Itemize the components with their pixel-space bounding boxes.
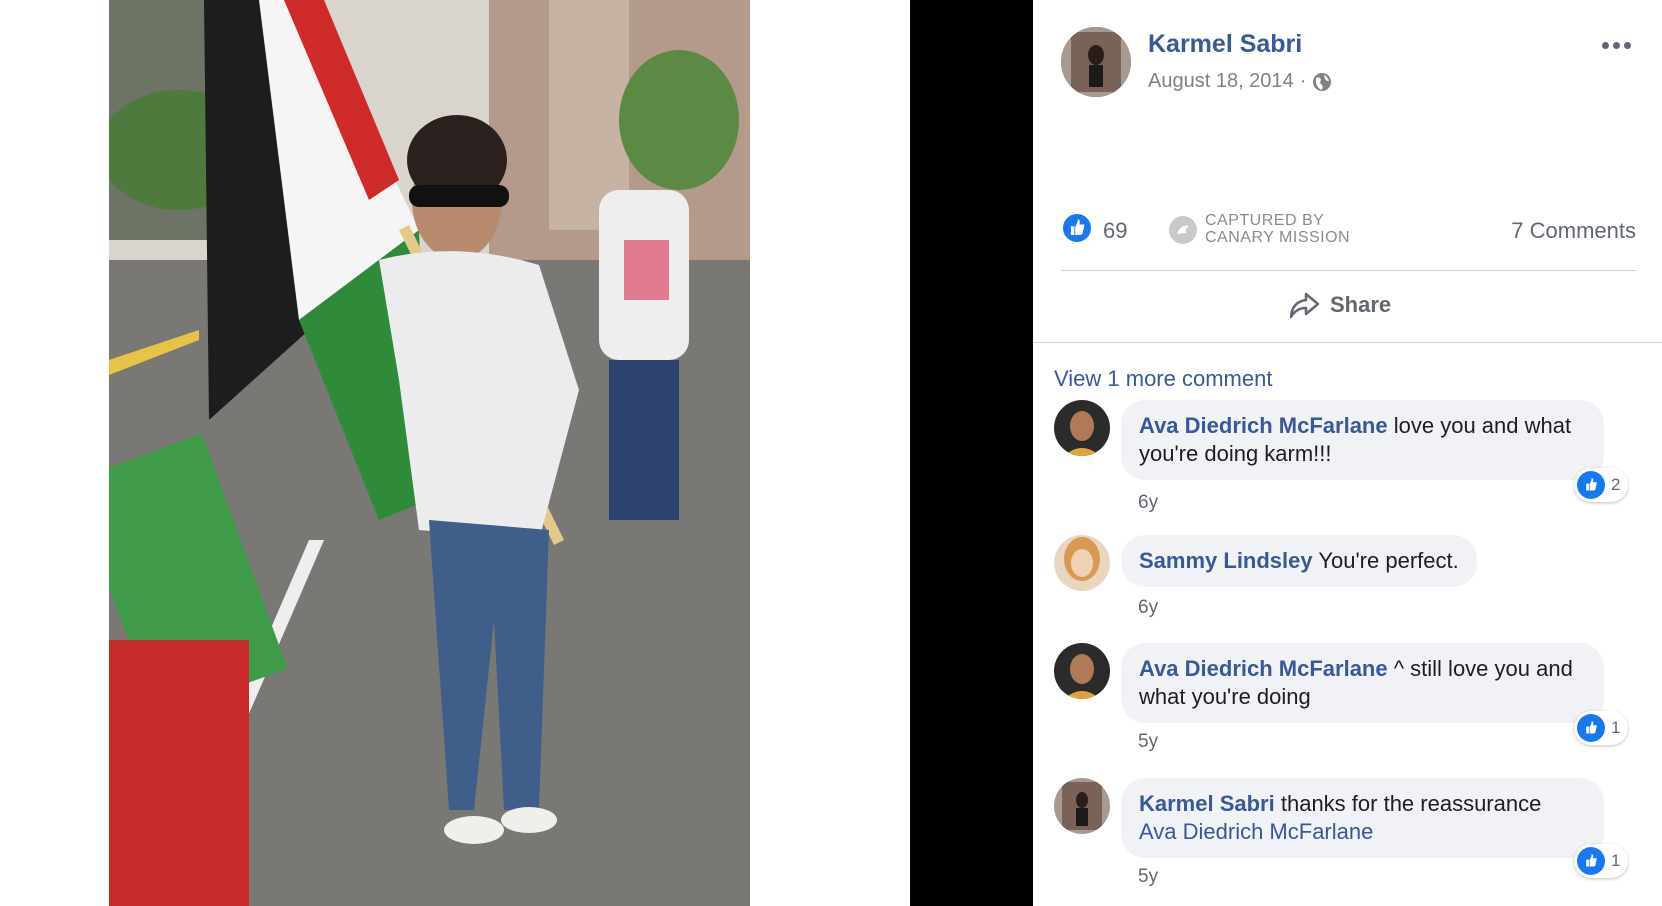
captured-by-watermark: CAPTURED BY CANARY MISSION [1205, 212, 1350, 246]
more-dots-icon [1601, 41, 1609, 49]
comment-text: thanks for the reassurance [1280, 791, 1542, 816]
canary-mission-icon [1169, 216, 1197, 244]
comment-author[interactable]: Ava Diedrich McFarlane [1139, 656, 1388, 681]
comment-reaction-count[interactable]: 1 [1574, 844, 1629, 878]
globe-icon [1313, 72, 1332, 91]
comment-bubble: Karmel Sabri thanks for the reassurance … [1121, 778, 1604, 858]
comment-like-count: 1 [1611, 718, 1621, 737]
comment-author[interactable]: Karmel Sabri [1139, 791, 1275, 816]
comment-author[interactable]: Sammy Lindsley [1139, 548, 1313, 573]
more-dots-icon [1623, 41, 1631, 49]
photo-viewer [0, 0, 910, 906]
divider [1061, 270, 1636, 271]
comment-mention-link[interactable]: Ava Diedrich McFarlane [1139, 819, 1373, 844]
like-reaction-icon[interactable] [1061, 212, 1093, 244]
reactions-row: 69 CAPTURED BY CANARY MISSION 7 Comments [1061, 210, 1636, 250]
commenter-avatar[interactable] [1054, 778, 1110, 834]
like-count[interactable]: 69 [1103, 218, 1127, 244]
more-options-button[interactable] [1598, 30, 1634, 60]
comment-timestamp[interactable]: 5y [1138, 731, 1158, 753]
post-date[interactable]: August 18, 2014 [1148, 70, 1294, 93]
commenter-avatar[interactable] [1054, 535, 1110, 591]
comment-reaction-count[interactable]: 1 [1574, 711, 1629, 745]
post-meta: August 18, 2014 · [1148, 70, 1332, 93]
divider [1033, 342, 1662, 343]
like-icon [1577, 471, 1605, 499]
post-photo[interactable] [109, 0, 750, 906]
author-name[interactable]: Karmel Sabri [1148, 30, 1302, 59]
comment-bubble: Sammy Lindsley You're perfect. [1121, 535, 1477, 587]
photo-letterbox [910, 0, 1033, 906]
captured-line-2: CANARY MISSION [1205, 229, 1351, 246]
like-icon [1577, 847, 1605, 875]
captured-line-1: CAPTURED BY [1205, 212, 1325, 229]
author-avatar[interactable] [1061, 27, 1131, 97]
comment-reaction-count[interactable]: 2 [1574, 468, 1629, 502]
share-label: Share [1330, 292, 1392, 317]
comment-timestamp[interactable]: 6y [1138, 492, 1158, 514]
view-more-comments-link[interactable]: View 1 more comment [1054, 366, 1272, 392]
comment-bubble: Ava Diedrich McFarlane ^ still love you … [1121, 643, 1604, 723]
like-icon [1577, 714, 1605, 742]
comment-text: You're perfect. [1318, 548, 1459, 573]
commenter-avatar[interactable] [1054, 400, 1110, 456]
share-icon [1289, 292, 1320, 319]
comments-count[interactable]: 7 Comments [1511, 218, 1636, 244]
share-button[interactable]: Share [1288, 290, 1391, 320]
post-details-panel: Karmel Sabri August 18, 2014 · 69 CAPTUR [1033, 0, 1662, 906]
meta-separator: · [1299, 70, 1307, 92]
comment-author[interactable]: Ava Diedrich McFarlane [1139, 413, 1388, 438]
more-dots-icon [1612, 41, 1620, 49]
comment-bubble: Ava Diedrich McFarlane love you and what… [1121, 400, 1604, 480]
commenter-avatar[interactable] [1054, 643, 1110, 699]
comment-timestamp[interactable]: 6y [1138, 597, 1158, 619]
comment-like-count: 2 [1611, 475, 1621, 494]
comment-timestamp[interactable]: 5y [1138, 866, 1158, 888]
comment-like-count: 1 [1611, 851, 1621, 870]
